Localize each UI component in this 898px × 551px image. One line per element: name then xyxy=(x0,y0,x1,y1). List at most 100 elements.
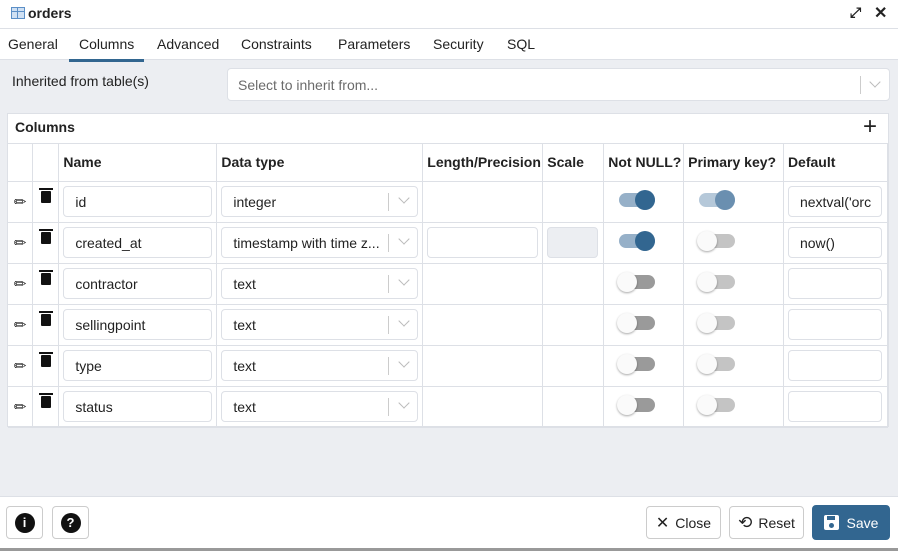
tab-security[interactable]: Security xyxy=(433,36,484,52)
expand-icon[interactable]: ⤢ xyxy=(850,4,861,21)
data-type-select[interactable]: integer xyxy=(221,186,419,217)
close-button[interactable]: ✕ Close xyxy=(646,506,721,539)
tab-advanced[interactable]: Advanced xyxy=(157,36,219,52)
primary-key-toggle[interactable] xyxy=(699,190,736,210)
default-cell xyxy=(782,303,889,346)
reset-label: Reset xyxy=(758,514,795,531)
data-type-select[interactable]: text xyxy=(221,391,419,422)
not-null-toggle[interactable] xyxy=(617,354,656,374)
edit-cell[interactable]: ✏ xyxy=(8,221,34,264)
delete-cell[interactable] xyxy=(32,180,60,223)
select-separator xyxy=(388,234,390,252)
column-name-input[interactable]: id xyxy=(63,186,213,217)
delete-cell[interactable] xyxy=(32,385,60,428)
edit-cell[interactable]: ✏ xyxy=(8,344,34,387)
inherit-select[interactable]: Select to inherit from... xyxy=(227,68,890,101)
trash-icon[interactable] xyxy=(38,187,53,203)
name-cell: contractor xyxy=(58,262,218,305)
not-null-toggle[interactable] xyxy=(617,395,656,415)
table-row: ✏ type text xyxy=(8,344,889,387)
data-type-select[interactable]: timestamp with time z... xyxy=(221,227,419,258)
column-name-input[interactable]: created_at xyxy=(63,227,213,258)
data-type-select[interactable]: text xyxy=(221,350,419,381)
trash-icon[interactable] xyxy=(38,228,53,244)
tab-constraints[interactable]: Constraints xyxy=(241,36,312,52)
delete-cell[interactable] xyxy=(32,262,60,305)
trash-icon[interactable] xyxy=(38,269,53,285)
edit-cell[interactable]: ✏ xyxy=(8,303,34,346)
edit-cell[interactable]: ✏ xyxy=(8,262,34,305)
primary-key-toggle[interactable] xyxy=(697,395,736,415)
length-input[interactable] xyxy=(427,227,539,258)
scale-cell xyxy=(542,262,605,305)
toggle-knob xyxy=(715,190,736,210)
trash-icon[interactable] xyxy=(38,392,53,408)
scale-cell xyxy=(542,221,605,264)
data-type-select[interactable]: text xyxy=(221,309,419,340)
edit-cell[interactable]: ✏ xyxy=(8,180,34,223)
select-separator xyxy=(388,398,390,416)
tab-sql[interactable]: SQL xyxy=(507,36,535,52)
primary-key-toggle[interactable] xyxy=(697,313,736,333)
edit-pencil-icon[interactable]: ✏ xyxy=(14,194,27,211)
column-name-input[interactable]: type xyxy=(63,350,213,381)
table-row: ✏ created_at timestamp with time z... now() xyxy=(8,221,889,264)
data-type-select[interactable]: text xyxy=(221,268,419,299)
edit-cell[interactable]: ✏ xyxy=(8,385,34,428)
edit-pencil-icon[interactable]: ✏ xyxy=(14,358,27,375)
edit-pencil-icon[interactable]: ✏ xyxy=(14,317,27,334)
not-null-toggle[interactable] xyxy=(619,231,656,251)
trash-icon[interactable] xyxy=(38,351,53,367)
not-null-cell xyxy=(603,385,685,428)
tab-parameters[interactable]: Parameters xyxy=(338,36,410,52)
tab-general[interactable]: General xyxy=(8,36,58,52)
default-input[interactable] xyxy=(787,391,882,422)
primary-key-toggle[interactable] xyxy=(697,354,736,374)
trash-icon[interactable] xyxy=(38,310,53,326)
plus-icon[interactable]: + xyxy=(863,115,877,139)
default-input[interactable]: nextval('orc xyxy=(787,186,882,217)
toggle-knob xyxy=(697,272,718,292)
edit-pencil-icon[interactable]: ✏ xyxy=(14,276,27,293)
default-input[interactable]: now() xyxy=(787,227,882,258)
tab-columns[interactable]: Columns xyxy=(68,36,145,62)
length-cell xyxy=(422,303,544,346)
data-type-cell: text xyxy=(216,344,424,387)
chevron-down-icon xyxy=(398,397,410,409)
column-name-input[interactable]: contractor xyxy=(63,268,213,299)
not-null-toggle[interactable] xyxy=(617,272,656,292)
primary-key-cell xyxy=(683,303,784,346)
delete-cell[interactable] xyxy=(32,344,60,387)
default-input[interactable] xyxy=(787,350,882,381)
toggle-knob xyxy=(635,231,656,251)
primary-key-toggle[interactable] xyxy=(697,231,736,251)
data-type-value: text xyxy=(233,317,256,333)
reset-button[interactable]: ⟲ Reset xyxy=(729,506,804,539)
toggle-knob xyxy=(617,313,638,333)
edit-pencil-icon[interactable]: ✏ xyxy=(14,235,27,252)
data-type-cell: integer xyxy=(216,180,424,223)
close-icon[interactable]: ✕ xyxy=(874,3,887,23)
data-type-value: text xyxy=(233,399,256,415)
edit-pencil-icon[interactable]: ✏ xyxy=(14,399,27,416)
dialog-title: orders xyxy=(28,5,72,21)
column-name-input[interactable]: sellingpoint xyxy=(63,309,213,340)
delete-cell[interactable] xyxy=(32,221,60,264)
default-input[interactable] xyxy=(787,309,882,340)
primary-key-toggle[interactable] xyxy=(697,272,736,292)
save-button[interactable]: Save xyxy=(812,505,890,540)
inherit-label: Inherited from table(s) xyxy=(12,73,149,89)
length-cell xyxy=(422,385,544,428)
chevron-down-icon xyxy=(869,76,881,88)
info-button[interactable]: i xyxy=(6,506,43,539)
table-header-row: Name Data type Length/Precision Scale No… xyxy=(8,144,889,182)
column-name-input[interactable]: status xyxy=(63,391,213,422)
inherit-placeholder: Select to inherit from... xyxy=(238,77,379,93)
not-null-toggle[interactable] xyxy=(617,313,656,333)
delete-cell[interactable] xyxy=(32,303,60,346)
not-null-toggle[interactable] xyxy=(619,190,656,210)
help-button[interactable]: ? xyxy=(52,506,89,539)
scale-cell xyxy=(542,385,605,428)
primary-key-cell xyxy=(683,221,784,264)
default-input[interactable] xyxy=(787,268,882,299)
